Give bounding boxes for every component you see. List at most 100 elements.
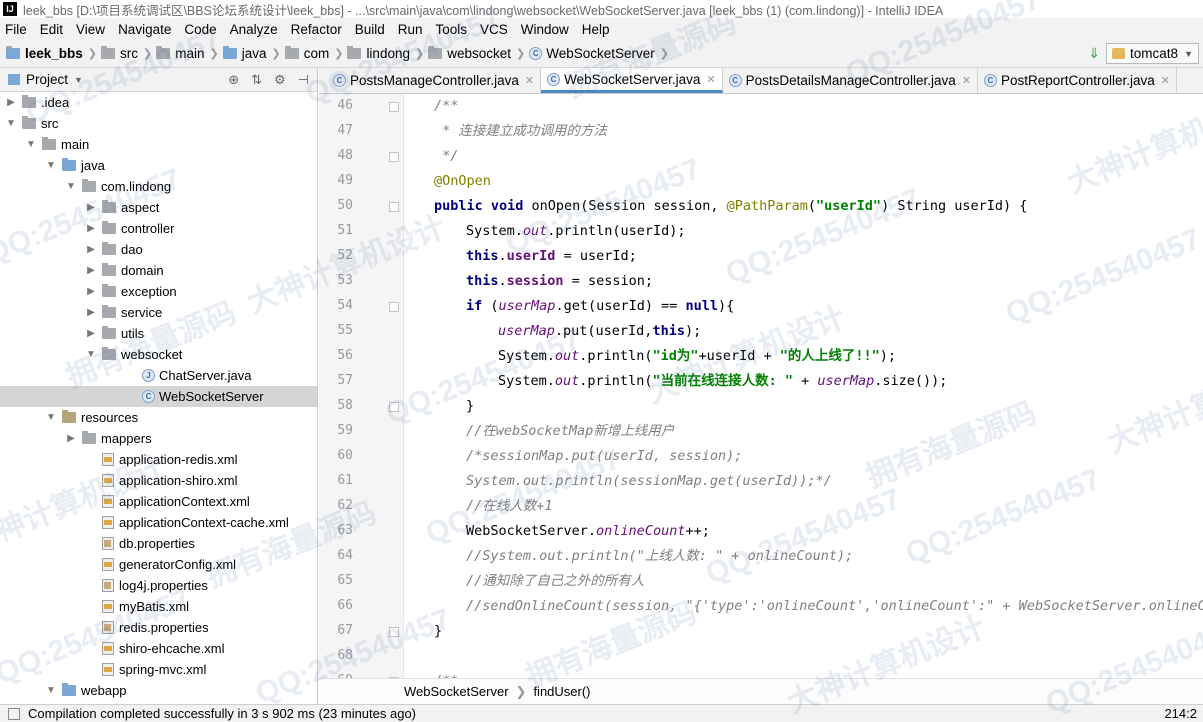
expand-arrow-icon[interactable]: ▼ [44,685,58,696]
build-icon[interactable]: ⇓ [1088,45,1100,62]
fold-marker-icon[interactable] [389,302,399,312]
menu-window[interactable]: Window [521,22,569,37]
menu-code[interactable]: Code [184,22,216,37]
xml-file-icon [102,474,114,487]
tree-item[interactable]: ▶ domain [0,260,317,281]
menu-edit[interactable]: Edit [40,22,63,37]
breadcrumb-item[interactable]: websocket ❯ [428,46,525,61]
menu-run[interactable]: Run [398,22,423,37]
tree-item[interactable]: ▼ src [0,113,317,134]
collapse-arrow-icon[interactable]: ▶ [84,223,98,234]
tree-item[interactable]: C WebSocketServer [0,386,317,407]
menu-analyze[interactable]: Analyze [230,22,278,37]
close-icon[interactable]: ✕ [1161,74,1170,87]
menu-build[interactable]: Build [355,22,385,37]
tree-item[interactable]: ▼ resources [0,407,317,428]
collapse-arrow-icon[interactable]: ▶ [84,244,98,255]
menu-navigate[interactable]: Navigate [118,22,171,37]
tree-item[interactable]: ▼ webapp [0,680,317,701]
collapse-all-icon[interactable]: ⇅ [251,72,262,88]
tree-item[interactable]: applicationContext-cache.xml [0,512,317,533]
tree-item[interactable]: ▶ utils [0,323,317,344]
fold-marker-icon[interactable] [389,402,399,412]
tree-item[interactable]: application-shiro.xml [0,470,317,491]
tree-item[interactable]: shiro-ehcache.xml [0,638,317,659]
close-icon[interactable]: ✕ [525,74,534,87]
collapse-arrow-icon[interactable]: ▶ [84,286,98,297]
tree-item[interactable]: ▶ service [0,302,317,323]
code-line: //在线人数+1 [466,498,553,514]
tree-item[interactable]: db.properties [0,533,317,554]
breadcrumb-item[interactable]: java ❯ [222,46,281,61]
fold-marker-icon[interactable] [389,102,399,112]
expand-arrow-icon[interactable]: ▼ [44,160,58,171]
tree-item[interactable]: ▶ mappers [0,428,317,449]
tree-item[interactable]: ▶ aspect [0,197,317,218]
fold-marker-icon[interactable] [389,202,399,212]
code-view[interactable]: /** * 连接建立成功调用的方法 */ @OnOpen public void o… [404,94,1203,678]
tree-item[interactable]: generatorConfig.xml [0,554,317,575]
breadcrumb-item[interactable]: com ❯ [284,46,343,61]
locate-icon[interactable]: ⊕ [228,72,239,88]
breadcrumb-item[interactable]: leek_bbs ❯ [6,46,97,61]
tree-item[interactable]: applicationContext.xml [0,491,317,512]
tree-item[interactable]: application-redis.xml [0,449,317,470]
menu-tools[interactable]: Tools [436,22,468,37]
line-number: 57 [337,373,353,388]
expand-arrow-icon[interactable]: ▼ [44,412,58,423]
tree-item[interactable]: ▶ .idea [0,92,317,113]
line-number: 47 [337,123,353,138]
editor-tab[interactable]: C PostsManageController.java ✕ [327,68,542,93]
editor-tab[interactable]: C WebSocketServer.java ✕ [541,68,723,93]
expand-arrow-icon[interactable]: ▼ [64,181,78,192]
project-panel-title[interactable]: Project [26,72,68,87]
expand-arrow-icon[interactable]: ▼ [24,139,38,150]
collapse-arrow-icon[interactable]: ▶ [84,202,98,213]
tree-item[interactable]: redis.properties [0,617,317,638]
menu-file[interactable]: File [5,22,27,37]
close-icon[interactable]: ✕ [962,74,971,87]
tree-item[interactable]: ▶ controller [0,218,317,239]
tool-windows-icon[interactable] [8,707,20,720]
chevron-down-icon[interactable]: ▼ [74,75,83,85]
tree-item[interactable]: J ChatServer.java [0,365,317,386]
editor-breadcrumb-item[interactable]: WebSocketServer [404,684,509,699]
hide-panel-icon[interactable]: ⊣ [298,72,309,88]
fold-marker-icon[interactable] [389,627,399,637]
breadcrumb-item[interactable]: main ❯ [156,46,219,61]
editor-breadcrumb-item[interactable]: findUser() [533,684,590,699]
close-icon[interactable]: ✕ [706,73,715,86]
tree-item[interactable]: ▶ exception [0,281,317,302]
tree-item[interactable]: ▼ com.lindong [0,176,317,197]
editor-tab[interactable]: C PostReportController.java ✕ [978,68,1177,93]
tree-item[interactable]: ▶ dao [0,239,317,260]
tree-item[interactable]: myBatis.xml [0,596,317,617]
tab-label: PostReportController.java [1000,73,1155,88]
expand-arrow-icon[interactable]: ▼ [4,118,18,129]
tree-item[interactable]: log4j.properties [0,575,317,596]
run-configuration-select[interactable]: tomcat8 ▼ [1106,43,1199,64]
collapse-arrow-icon[interactable]: ▶ [84,265,98,276]
breadcrumb-item[interactable]: lindong ❯ [347,46,424,61]
menu-help[interactable]: Help [582,22,610,37]
tree-item-label: db.properties [119,536,195,551]
line-number: 52 [337,248,353,263]
tree-item[interactable]: spring-mvc.xml [0,659,317,680]
breadcrumb-item[interactable]: C WebSocketServer ❯ [529,46,669,61]
collapse-arrow-icon[interactable]: ▶ [4,97,18,108]
menu-view[interactable]: View [76,22,105,37]
editor-tab[interactable]: C PostsDetailsManageController.java ✕ [723,68,978,93]
expand-arrow-icon[interactable]: ▼ [84,349,98,360]
breadcrumb-item[interactable]: src ❯ [101,46,152,61]
collapse-arrow-icon[interactable]: ▶ [84,328,98,339]
settings-gear-icon[interactable]: ⚙ [274,72,286,88]
tree-item[interactable]: ▼ websocket [0,344,317,365]
tree-item[interactable]: ▼ java [0,155,317,176]
tree-item[interactable]: ▼ main [0,134,317,155]
menu-vcs[interactable]: VCS [480,22,508,37]
fold-marker-icon[interactable] [389,152,399,162]
collapse-arrow-icon[interactable]: ▶ [84,307,98,318]
caret-position[interactable]: 214:2 [1164,706,1197,721]
menu-refactor[interactable]: Refactor [291,22,342,37]
collapse-arrow-icon[interactable]: ▶ [64,433,78,444]
